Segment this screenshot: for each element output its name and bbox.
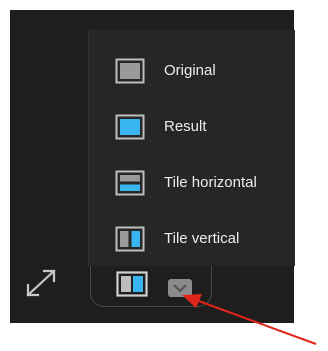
annotation-arrow [182, 294, 317, 345]
